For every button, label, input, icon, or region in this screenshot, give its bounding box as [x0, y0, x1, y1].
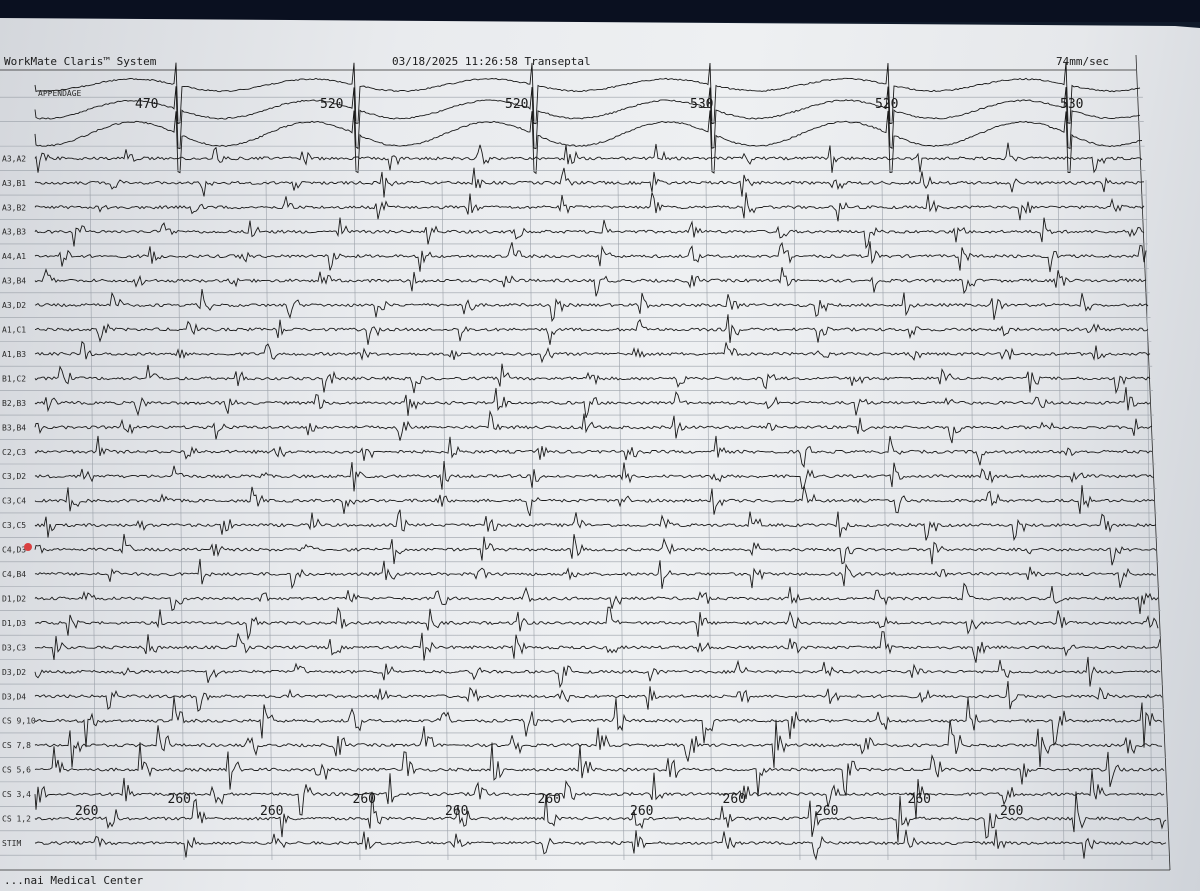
channel-trace — [34, 142, 1143, 174]
channel-trace — [34, 606, 1159, 641]
time-gridline — [617, 179, 625, 861]
recording-timestamp: 03/18/2025 11:26:58 Transeptal — [392, 55, 591, 68]
cs-cycle-length-label: 260 — [538, 792, 561, 807]
channel-label: D3,D4 — [2, 692, 26, 701]
sweep-speed: 74mm/sec — [1056, 55, 1109, 68]
channel-trace — [34, 289, 1149, 323]
time-gridline — [177, 179, 185, 861]
cs-cycle-length-label: 260 — [1000, 804, 1023, 819]
channel-label: CS 1,2 — [2, 815, 31, 824]
channel-label: B3,B4 — [2, 423, 26, 432]
time-gridline — [89, 179, 97, 861]
cycle-length-label: 520 — [875, 97, 898, 112]
channel-label: CS 5,6 — [2, 766, 31, 775]
channel-label: CS 9,10 — [2, 717, 36, 726]
cycle-length-label: 470 — [135, 97, 158, 112]
channel-label: CS 3,4 — [2, 790, 31, 799]
channel-label: CS 7,8 — [2, 741, 31, 750]
channel-trace — [34, 631, 1161, 663]
time-gridline — [529, 179, 537, 861]
channel-trace — [34, 558, 1157, 590]
channel-trace — [34, 719, 1163, 768]
channel-label: D3,D2 — [2, 668, 26, 677]
channel-trace — [34, 409, 1153, 444]
channel-label: B1,C2 — [2, 374, 26, 383]
channel-trace — [35, 829, 1167, 861]
cycle-length-label: 520 — [320, 97, 343, 112]
channel-trace — [34, 61, 1141, 125]
channel-label: C4,B4 — [2, 570, 26, 579]
institution-footer: ...nai Medical Center — [4, 874, 144, 887]
cycle-length-label: 530 — [1060, 97, 1083, 112]
cs-cycle-length-label: 260 — [353, 792, 376, 807]
channel-label: STIM — [2, 839, 21, 848]
cycle-length-label: 530 — [690, 97, 713, 112]
channel-trace — [34, 435, 1153, 469]
cursor-marker — [24, 543, 32, 551]
channel-label: D3,C3 — [2, 643, 26, 652]
cycle-length-label: 520 — [505, 97, 528, 112]
time-gridline — [705, 179, 713, 861]
channel-trace — [34, 387, 1151, 418]
channel-label: A3,B4 — [2, 277, 26, 286]
channel-trace — [34, 314, 1149, 345]
cs-cycle-length-label: 260 — [260, 804, 283, 819]
channel-trace — [34, 533, 1157, 566]
channel-label: A4,A1 — [2, 252, 26, 261]
time-gridline — [265, 179, 273, 861]
channel-trace — [34, 770, 1165, 820]
time-gridline — [793, 179, 801, 861]
channel-trace — [34, 217, 1145, 250]
channel-label: C3,D2 — [2, 472, 26, 481]
channel-trace — [34, 460, 1155, 492]
channel-trace — [34, 340, 1151, 364]
channel-trace — [34, 192, 1145, 222]
channel-label: A3,A2 — [2, 154, 26, 163]
channel-trace — [34, 681, 1163, 712]
cs-cycle-length-label: 260 — [815, 804, 838, 819]
channel-label: A1,C1 — [2, 326, 26, 335]
channel-label: C3,C4 — [2, 497, 26, 506]
time-gridline — [441, 179, 449, 861]
channel-label: A3,B1 — [2, 179, 26, 188]
channel-trace — [34, 241, 1147, 273]
cs-cycle-length-label: 260 — [630, 804, 653, 819]
cs-cycle-length-label: 260 — [168, 792, 191, 807]
right-border — [1135, 54, 1171, 871]
cs-cycle-length-label: 260 — [908, 792, 931, 807]
channel-trace — [34, 696, 1163, 748]
channel-label: A3,B2 — [2, 203, 26, 212]
channel-label: D1,D2 — [2, 594, 26, 603]
channel-trace — [34, 509, 1157, 542]
system-title: WorkMate Claris™ System — [4, 55, 157, 68]
cs-cycle-length-label: 260 — [445, 804, 468, 819]
channel-label: D1,D3 — [2, 619, 26, 628]
channel-label: C4,D3 — [2, 546, 26, 555]
channel-label: A3,B3 — [2, 228, 26, 237]
channel-trace — [34, 742, 1165, 797]
channel-trace — [34, 582, 1159, 615]
cs-cycle-length-label: 260 — [75, 804, 98, 819]
channel-trace — [34, 363, 1151, 395]
channel-label: A3,D2 — [2, 301, 26, 310]
channel-label: B2,B3 — [2, 399, 26, 408]
electrogram-traces: A3,A2 A3,B1 A3,B2 A3,B3 A4,A1 A3,B4 A3,D2 A1,C1… — [0, 54, 1171, 871]
appendage-label: APPENDAGE — [38, 89, 82, 98]
recording-header: WorkMate Claris™ System 03/18/2025 11:26… — [0, 52, 1135, 70]
time-gridline — [1145, 179, 1153, 861]
channel-trace — [34, 110, 1143, 175]
channel-trace — [34, 86, 1141, 150]
channel-label: C2,C3 — [2, 448, 26, 457]
channel-label: C3,C5 — [2, 521, 26, 530]
channel-trace — [34, 656, 1161, 689]
channel-label: A1,B3 — [2, 350, 26, 359]
channel-trace — [34, 167, 1145, 198]
channel-trace — [34, 485, 1155, 517]
cs-cycle-length-label: 260 — [723, 792, 746, 807]
